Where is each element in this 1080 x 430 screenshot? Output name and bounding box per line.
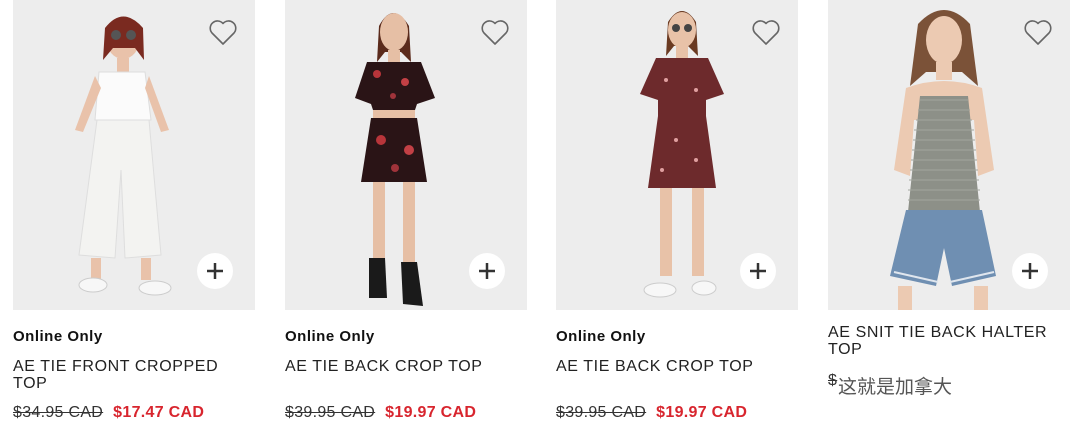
product-card[interactable]: Online Only AE TIE FRONT CROPPED TOP $34… [13,0,255,430]
favorite-heart-icon[interactable] [479,16,511,48]
product-image[interactable] [13,0,255,310]
product-image[interactable] [285,0,527,310]
original-price: $39.95 CAD [285,404,376,421]
online-only-badge: Online Only [556,328,646,345]
product-name-link[interactable]: AE TIE BACK CROP TOP [285,358,525,375]
sale-price: $19.97 CAD [385,404,477,421]
plus-icon [207,263,223,279]
plus-icon [750,263,766,279]
product-image[interactable] [828,0,1070,310]
quick-add-button[interactable] [1012,253,1048,289]
product-name-link[interactable]: AE TIE BACK CROP TOP [556,358,796,375]
favorite-heart-icon[interactable] [750,16,782,48]
price-block: $39.95 CAD $19.97 CAD [556,404,747,422]
product-card[interactable]: Online Only AE TIE BACK CROP TOP $39.95 … [556,0,798,430]
product-image[interactable] [556,0,798,310]
favorite-heart-icon[interactable] [1022,16,1054,48]
online-only-badge: Online Only [13,328,103,345]
quick-add-button[interactable] [740,253,776,289]
watermark-text: 这就是加拿大 [838,377,953,398]
plus-icon [1022,263,1038,279]
favorite-heart-icon[interactable] [207,16,239,48]
product-card[interactable]: AE SNIT TIE BACK HALTER TOP $ [828,0,1070,430]
quick-add-button[interactable] [469,253,505,289]
original-price: $39.95 CAD [556,404,647,421]
quick-add-button[interactable] [197,253,233,289]
original-price: $ [828,372,838,389]
original-price: $34.95 CAD [13,404,104,421]
product-name-link[interactable]: AE TIE FRONT CROPPED TOP [13,358,253,392]
product-name-link[interactable]: AE SNIT TIE BACK HALTER TOP [828,324,1068,358]
price-block: $39.95 CAD $19.97 CAD [285,404,476,422]
online-only-badge: Online Only [285,328,375,345]
price-block: $34.95 CAD $17.47 CAD [13,404,204,422]
sale-price: $17.47 CAD [113,404,205,421]
plus-icon [479,263,495,279]
product-grid: Online Only AE TIE FRONT CROPPED TOP $34… [0,0,1080,430]
product-card[interactable]: Online Only AE TIE BACK CROP TOP $39.95 … [285,0,527,430]
sale-price: $19.97 CAD [656,404,748,421]
